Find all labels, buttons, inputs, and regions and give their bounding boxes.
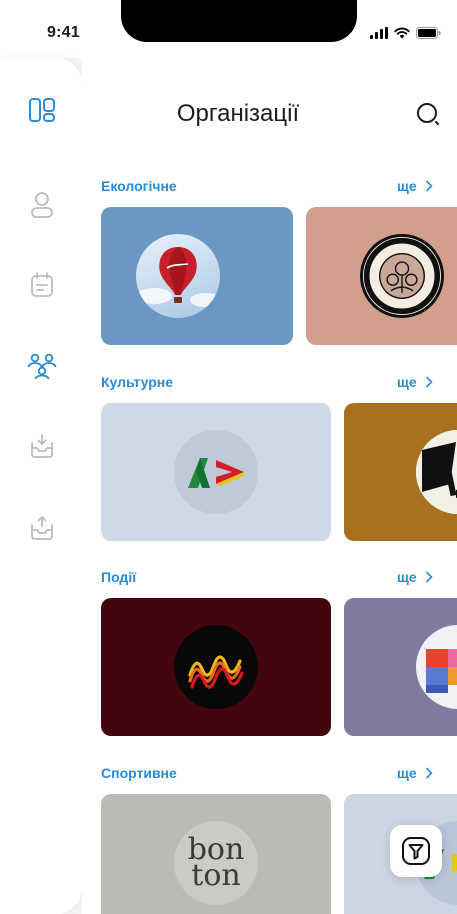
- filter-icon: [402, 837, 430, 865]
- cellular-signal-icon: [370, 27, 388, 39]
- org-card-cubes[interactable]: [344, 598, 457, 736]
- battery-icon: [416, 27, 441, 39]
- status-bar: 9:41: [0, 0, 457, 58]
- org-logo: [360, 234, 444, 318]
- more-link-ecological[interactable]: ще: [397, 178, 433, 194]
- chevron-right-icon: [425, 767, 433, 779]
- organizations-icon: [27, 353, 57, 380]
- page-title: Організації: [176, 100, 300, 127]
- org-card-constructivist[interactable]: [344, 403, 457, 541]
- bonton-logo-line2: ton: [191, 858, 241, 893]
- org-logo: [174, 430, 258, 514]
- section-title-ecological: Екологічне: [101, 178, 177, 194]
- org-card-national-league[interactable]: [306, 207, 457, 345]
- chevron-right-icon: [425, 571, 433, 583]
- dashboard-icon: [29, 98, 55, 122]
- more-label: ще: [397, 765, 417, 781]
- chevron-right-icon: [425, 376, 433, 388]
- inbox-upload-icon: [31, 516, 53, 540]
- calendar-icon: [31, 272, 53, 297]
- color-cubes-logo: [426, 649, 457, 693]
- section-title-sports: Спортивне: [101, 765, 177, 781]
- art-arrow-logo: [188, 458, 244, 488]
- abstract-geometric-logo: [416, 430, 457, 514]
- sidebar: [0, 58, 82, 914]
- org-logo: [174, 625, 258, 709]
- main-content: Організації Екологічне ще Культурне ще П…: [82, 58, 457, 914]
- search-button[interactable]: [414, 99, 444, 129]
- org-card-art-logo[interactable]: [101, 403, 331, 541]
- neon-wave-logo: [188, 655, 244, 689]
- sidebar-item-inbox-in[interactable]: [26, 430, 58, 462]
- status-time: 9:41: [47, 24, 80, 41]
- org-card-wave-logo[interactable]: [101, 598, 331, 736]
- sidebar-item-inbox-out[interactable]: [26, 512, 58, 544]
- org-card-virgin[interactable]: [101, 207, 293, 345]
- more-label: ще: [397, 569, 417, 585]
- more-link-events[interactable]: ще: [397, 569, 433, 585]
- section-title-events: Події: [101, 569, 137, 585]
- device-notch: [121, 0, 357, 42]
- org-logo: [136, 234, 220, 318]
- filter-button[interactable]: [390, 825, 442, 877]
- status-icons: [370, 26, 441, 40]
- sidebar-item-organizations[interactable]: [26, 350, 58, 382]
- more-label: ще: [397, 178, 417, 194]
- section-title-cultural: Культурне: [101, 374, 174, 390]
- sidebar-item-profile[interactable]: [26, 189, 58, 221]
- search-icon: [417, 103, 439, 125]
- org-logo: bon ton: [174, 821, 258, 905]
- org-logo: [416, 430, 457, 514]
- sidebar-item-calendar[interactable]: [26, 269, 58, 301]
- inbox-download-icon: [31, 434, 53, 458]
- wifi-icon: [394, 27, 410, 39]
- chevron-right-icon: [425, 180, 433, 192]
- profile-icon: [31, 192, 53, 218]
- org-card-bonton[interactable]: bon ton: [101, 794, 331, 914]
- more-label: ще: [397, 374, 417, 390]
- sidebar-item-dashboard[interactable]: [26, 94, 58, 126]
- more-link-cultural[interactable]: ще: [397, 374, 433, 390]
- org-logo: [416, 625, 457, 709]
- more-link-sports[interactable]: ще: [397, 765, 433, 781]
- league-seal-logo: [363, 237, 441, 315]
- hot-air-balloon-logo: [136, 247, 220, 307]
